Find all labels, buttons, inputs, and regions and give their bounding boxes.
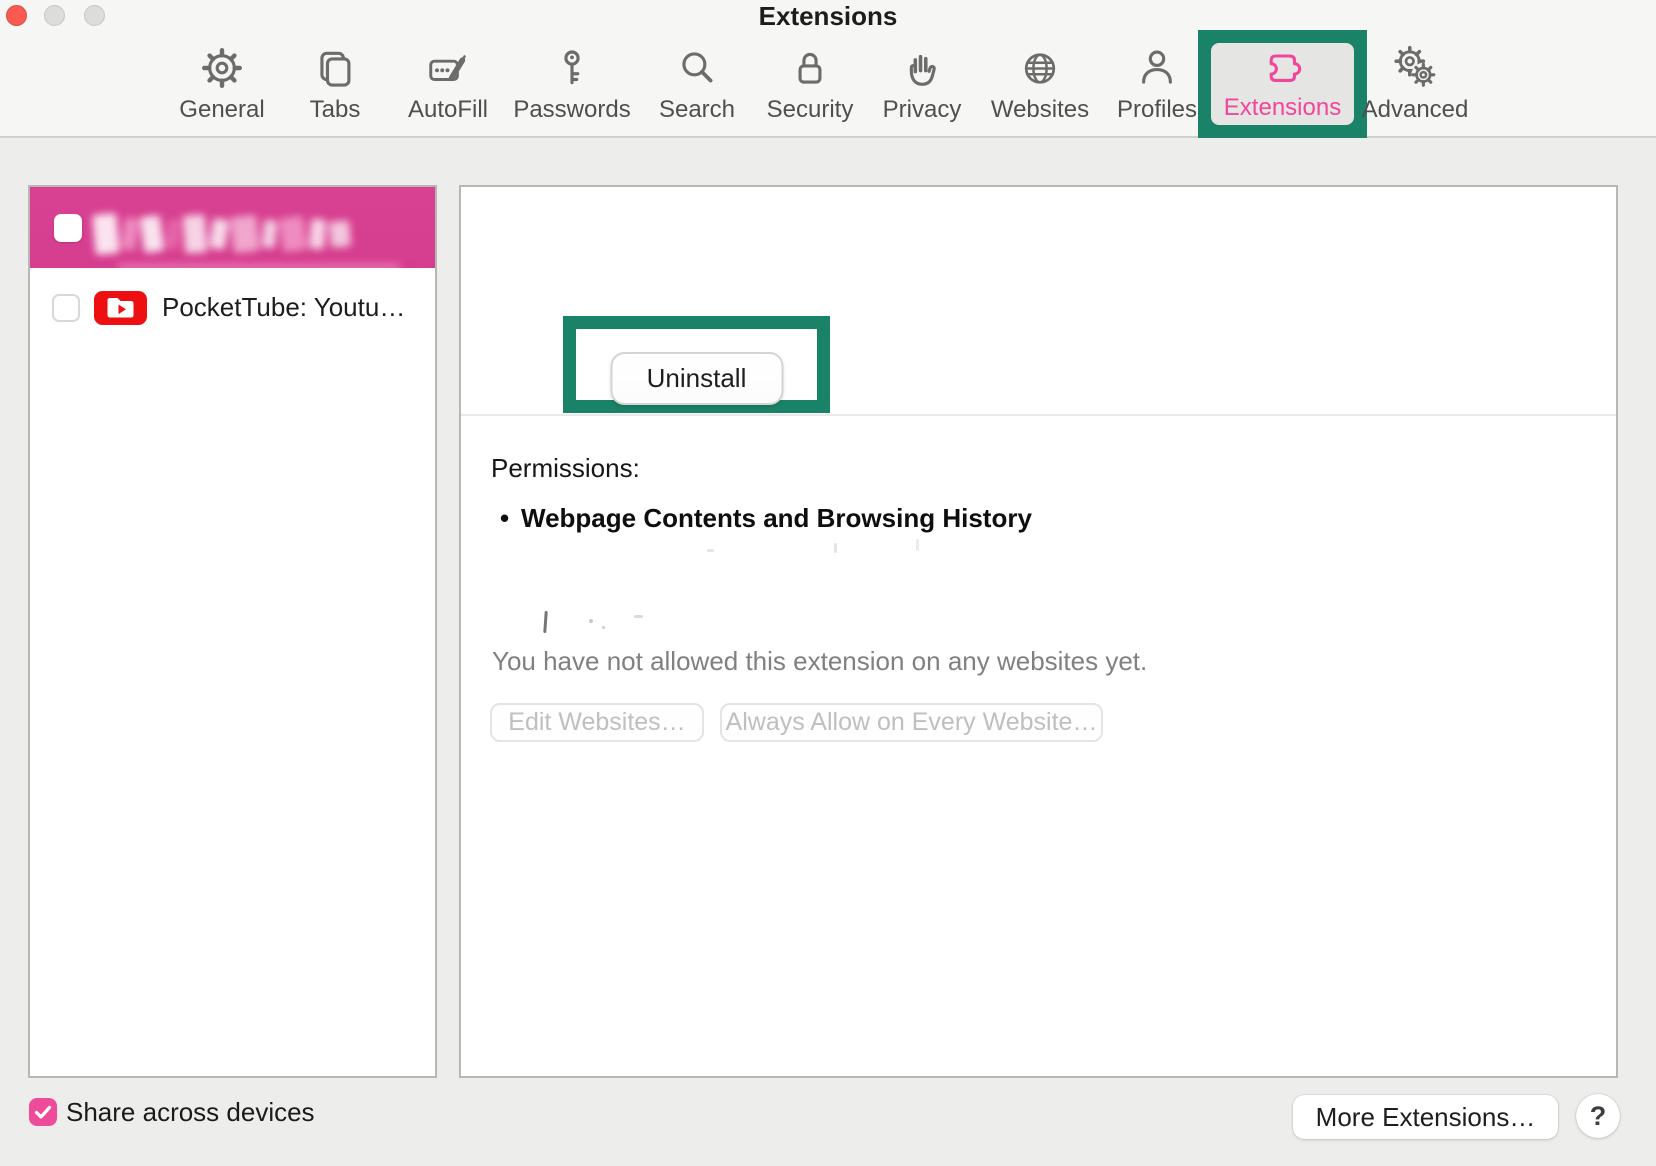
- puzzle-icon: [1260, 45, 1306, 91]
- tab-label: Extensions: [1211, 94, 1354, 122]
- help-button[interactable]: ?: [1576, 1094, 1620, 1138]
- smudge-artifact: [543, 611, 548, 633]
- extension-enable-checkbox[interactable]: [54, 214, 82, 242]
- lock-icon: [787, 45, 833, 91]
- bullet-marker: [500, 503, 521, 534]
- share-across-devices-checkbox[interactable]: [29, 1098, 57, 1126]
- checkmark-icon: [29, 1098, 57, 1126]
- tab-security[interactable]: Security: [750, 45, 870, 135]
- redacted-extension-name: [94, 209, 406, 259]
- permissions-heading: Permissions:: [491, 453, 640, 484]
- window-title: Extensions: [0, 1, 1656, 32]
- tab-privacy[interactable]: Privacy: [862, 45, 982, 135]
- annotation-highlight-extensions-tab: Extensions: [1198, 30, 1367, 138]
- tab-label: Security: [750, 96, 870, 124]
- tab-label: Passwords: [512, 96, 632, 124]
- safari-preferences-window: Extensions General Tabs: [0, 0, 1656, 1166]
- tab-search[interactable]: Search: [637, 45, 757, 135]
- magnifier-icon: [674, 45, 720, 91]
- tab-passwords[interactable]: Passwords: [512, 45, 632, 135]
- smudge-artifact: [589, 619, 593, 623]
- permission-item-label: Webpage Contents and Browsing History: [521, 503, 1032, 533]
- extension-detail-panel: Uninstall Permissions: Webpage Contents …: [459, 185, 1618, 1078]
- tab-extensions[interactable]: Extensions: [1211, 43, 1354, 133]
- hand-icon: [899, 45, 945, 91]
- smudge-artifact: [602, 626, 605, 629]
- tab-label: General: [162, 96, 282, 124]
- gear-icon: [199, 45, 245, 91]
- tab-autofill[interactable]: AutoFill: [388, 45, 508, 135]
- tab-label: AutoFill: [388, 96, 508, 124]
- extension-enable-checkbox[interactable]: [52, 294, 80, 322]
- tab-general[interactable]: General: [162, 45, 282, 135]
- smudge-artifact: [707, 549, 714, 552]
- extension-row-pockettube[interactable]: PocketTube: Youtu…: [30, 268, 435, 330]
- uninstall-button[interactable]: Uninstall: [610, 352, 783, 405]
- tab-label: Privacy: [862, 96, 982, 124]
- tab-tabs[interactable]: Tabs: [275, 45, 395, 135]
- autofill-icon: [425, 45, 471, 91]
- globe-icon: [1017, 45, 1063, 91]
- websites-permission-message: You have not allowed this extension on a…: [492, 646, 1147, 677]
- edit-websites-button[interactable]: Edit Websites…: [490, 703, 704, 742]
- titlebar-toolbar: Extensions General Tabs: [0, 0, 1656, 138]
- pockettube-icon: [94, 291, 147, 325]
- tab-label: Websites: [980, 96, 1100, 124]
- person-icon: [1134, 45, 1180, 91]
- more-extensions-button[interactable]: More Extensions…: [1293, 1095, 1558, 1139]
- share-across-devices-label: Share across devices: [66, 1098, 315, 1126]
- smudge-artifact: [834, 543, 837, 553]
- smudge-artifact: [916, 539, 919, 551]
- permission-item: Webpage Contents and Browsing History: [500, 503, 1032, 534]
- smudge-artifact: [634, 615, 643, 618]
- tab-label: Advanced: [1355, 96, 1475, 124]
- tabs-icon: [312, 45, 358, 91]
- section-divider: [461, 414, 1616, 416]
- tab-label: Search: [637, 96, 757, 124]
- uninstall-button-area: Uninstall: [576, 329, 817, 400]
- extension-row-selected[interactable]: [30, 187, 435, 268]
- key-icon: [549, 45, 595, 91]
- tab-websites[interactable]: Websites: [980, 45, 1100, 135]
- always-allow-button[interactable]: Always Allow on Every Website…: [720, 703, 1103, 742]
- extensions-tab-highlight: Extensions: [1211, 43, 1354, 125]
- extensions-list-panel: PocketTube: Youtu…: [28, 185, 437, 1078]
- gears-icon: [1392, 45, 1438, 91]
- tab-label: Tabs: [275, 96, 395, 124]
- tab-advanced[interactable]: Advanced: [1355, 45, 1475, 135]
- extension-name: PocketTube: Youtu…: [162, 292, 405, 323]
- annotation-highlight-uninstall: Uninstall: [563, 316, 830, 413]
